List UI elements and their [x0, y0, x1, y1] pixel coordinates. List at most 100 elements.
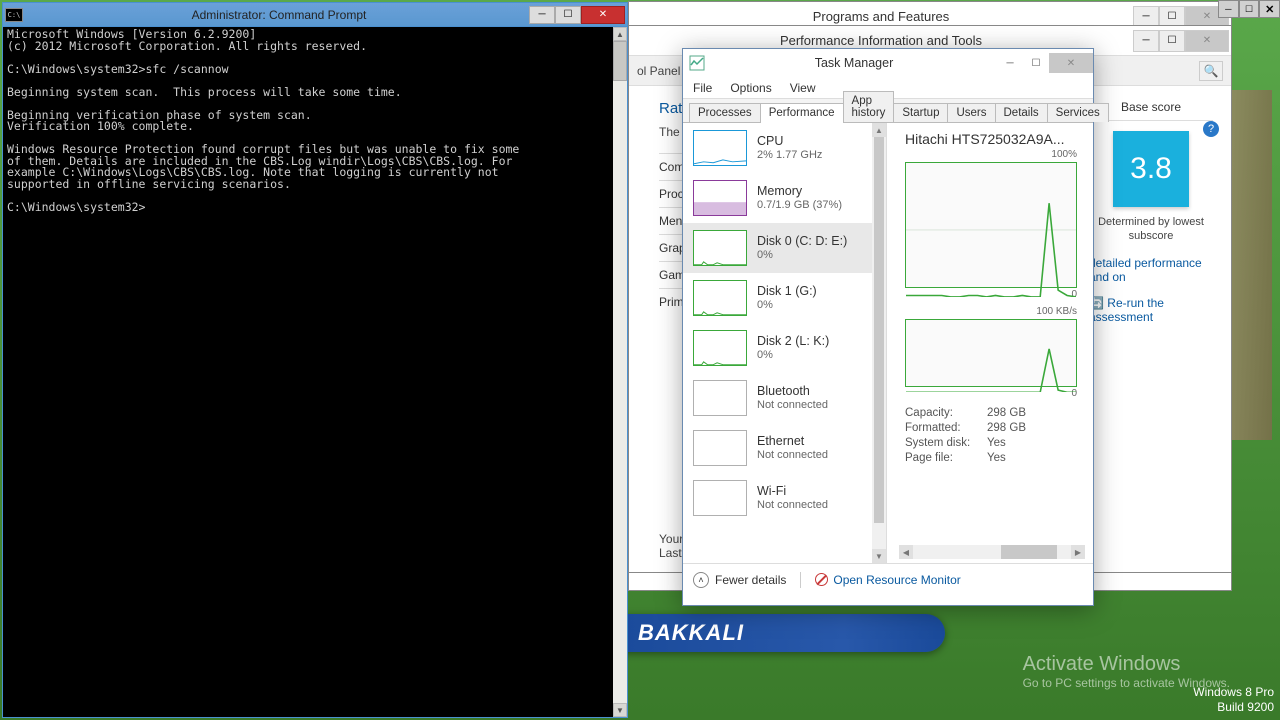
scroll-thumb[interactable] — [1001, 545, 1057, 559]
sparkline-icon — [693, 430, 747, 466]
tab-performance[interactable]: Performance — [760, 103, 844, 123]
scroll-thumb[interactable] — [613, 41, 627, 81]
scrollbar-vertical[interactable]: ▲ ▼ — [613, 27, 627, 717]
perf-main: Hitachi HTS725032A9A... 100% 0 100 KB/s … — [887, 123, 1093, 563]
chart-max-label: 100% — [905, 149, 1087, 160]
tab-details[interactable]: Details — [995, 103, 1048, 122]
prop-key: Formatted: — [905, 422, 979, 434]
minimize-button[interactable]: ─ — [1218, 0, 1239, 18]
tab-processes[interactable]: Processes — [689, 103, 761, 122]
prop-key: Page file: — [905, 452, 979, 464]
footer: ˄ Fewer details Open Resource Monitor — [683, 563, 1093, 595]
tab-startup[interactable]: Startup — [893, 103, 948, 122]
window-title: Task Manager — [711, 56, 997, 70]
tab-app-history[interactable]: App history — [843, 91, 895, 122]
sparkline-icon — [693, 380, 747, 416]
sparkline-icon — [693, 230, 747, 266]
perf-item-name: CPU — [757, 134, 822, 149]
titlebar[interactable]: Task Manager ─ ☐ ✕ — [683, 49, 1093, 77]
perf-item-net[interactable]: Wi-FiNot connected — [683, 473, 872, 523]
prop-val: 298 GB — [987, 407, 1026, 419]
command-prompt-window[interactable]: C:\ Administrator: Command Prompt ─ ☐ ✕ … — [2, 2, 628, 718]
prop-val: 298 GB — [987, 422, 1026, 434]
perf-item-disk[interactable]: Disk 0 (C: D: E:)0% — [683, 223, 872, 273]
scroll-thumb[interactable] — [874, 137, 884, 523]
window-title: Performance Information and Tools — [629, 33, 1133, 48]
prop-key: System disk: — [905, 437, 979, 449]
disk-transfer-chart — [905, 319, 1077, 387]
cmd-icon: C:\ — [5, 8, 23, 22]
maximize-button[interactable]: ☐ — [1159, 30, 1185, 52]
minimize-button[interactable]: ─ — [997, 53, 1023, 73]
close-button[interactable]: ✕ — [581, 6, 625, 24]
task-manager-window[interactable]: Task Manager ─ ☐ ✕ File Options View Pro… — [682, 48, 1094, 606]
perf-item-net[interactable]: BluetoothNot connected — [683, 373, 872, 423]
base-score-sub: Determined by lowest subscore — [1089, 215, 1213, 244]
prop-key: Capacity: — [905, 407, 979, 419]
menu-options[interactable]: Options — [730, 81, 771, 95]
window-title: Programs and Features — [629, 9, 1133, 24]
search-icon[interactable]: 🔍 — [1199, 61, 1223, 81]
link-rerun-assessment[interactable]: 🔄 Re-run the assessment — [1089, 296, 1213, 324]
scroll-left-button[interactable]: ◀ — [899, 545, 913, 559]
resource-monitor-icon — [815, 573, 828, 586]
prop-val: Yes — [987, 437, 1006, 449]
maximize-button[interactable]: ☐ — [1239, 0, 1260, 18]
perf-item-sub: 0.7/1.9 GB (37%) — [757, 199, 842, 212]
minimize-button[interactable]: ─ — [529, 6, 555, 24]
base-score-value: 3.8 — [1113, 131, 1189, 207]
terminal-output[interactable]: Microsoft Windows [Version 6.2.9200] (c)… — [3, 27, 613, 717]
sparkline-icon — [693, 130, 747, 166]
menu-view[interactable]: View — [790, 81, 816, 95]
maximize-button[interactable]: ☐ — [1023, 53, 1049, 73]
help-icon[interactable]: ? — [1203, 121, 1219, 137]
scroll-down-button[interactable]: ▼ — [613, 703, 627, 717]
perf-item-name: Disk 2 (L: K:) — [757, 334, 829, 349]
perf-item-sub: 0% — [757, 249, 847, 262]
perf-sidebar: CPU2% 1.77 GHzMemory0.7/1.9 GB (37%)Disk… — [683, 123, 887, 563]
perf-item-net[interactable]: EthernetNot connected — [683, 423, 872, 473]
prop-val: Yes — [987, 452, 1006, 464]
scroll-up-button[interactable]: ▲ — [613, 27, 627, 41]
close-button[interactable]: ✕ — [1185, 30, 1229, 52]
open-resource-monitor-link[interactable]: Open Resource Monitor — [815, 573, 960, 587]
perf-item-sub: Not connected — [757, 449, 828, 462]
titlebar[interactable]: C:\ Administrator: Command Prompt ─ ☐ ✕ — [3, 3, 627, 27]
chart-max-label: 100 KB/s — [905, 306, 1087, 317]
scrollbar-vertical[interactable]: ▲ ▼ — [872, 123, 886, 563]
disk-properties: Capacity: 298 GB Formatted: 298 GB System di… — [905, 405, 1087, 465]
window-title: Administrator: Command Prompt — [29, 8, 529, 22]
perf-item-sub: 0% — [757, 349, 829, 362]
perf-item-mem[interactable]: Memory0.7/1.9 GB (37%) — [683, 173, 872, 223]
scroll-right-button[interactable]: ▶ — [1071, 545, 1085, 559]
close-button[interactable]: ✕ — [1049, 53, 1093, 73]
scroll-up-button[interactable]: ▲ — [872, 123, 886, 137]
perf-item-sub: 2% 1.77 GHz — [757, 149, 822, 162]
background-window-controls[interactable]: ─ ☐ ✕ — [1218, 0, 1280, 18]
sparkline-icon — [693, 180, 747, 216]
perf-item-name: Ethernet — [757, 434, 828, 449]
link-detailed-perf[interactable]: detailed performance and on — [1089, 256, 1213, 284]
task-manager-icon — [689, 55, 705, 71]
perf-item-sub: Not connected — [757, 499, 828, 512]
minimize-button[interactable]: ─ — [1133, 30, 1159, 52]
scroll-down-button[interactable]: ▼ — [872, 549, 886, 563]
menu-file[interactable]: File — [693, 81, 712, 95]
perf-item-name: Bluetooth — [757, 384, 828, 399]
tab-services[interactable]: Services — [1047, 103, 1109, 122]
sparkline-icon — [693, 330, 747, 366]
close-button[interactable]: ✕ — [1259, 0, 1280, 18]
fewer-details-button[interactable]: ˄ Fewer details — [693, 572, 786, 588]
perf-item-disk[interactable]: Disk 1 (G:)0% — [683, 273, 872, 323]
perf-item-name: Wi-Fi — [757, 484, 828, 499]
footer-text: Your Last — [659, 532, 683, 560]
sparkline-icon — [693, 480, 747, 516]
perf-item-name: Memory — [757, 184, 842, 199]
perf-item-disk[interactable]: Disk 2 (L: K:)0% — [683, 323, 872, 373]
maximize-button[interactable]: ☐ — [555, 6, 581, 24]
perf-item-cpu[interactable]: CPU2% 1.77 GHz — [683, 123, 872, 173]
tab-users[interactable]: Users — [947, 103, 995, 122]
scrollbar-horizontal[interactable]: ◀ ▶ — [899, 545, 1085, 559]
perf-item-name: Disk 0 (C: D: E:) — [757, 234, 847, 249]
tab-bar: Processes Performance App history Startu… — [683, 99, 1093, 123]
